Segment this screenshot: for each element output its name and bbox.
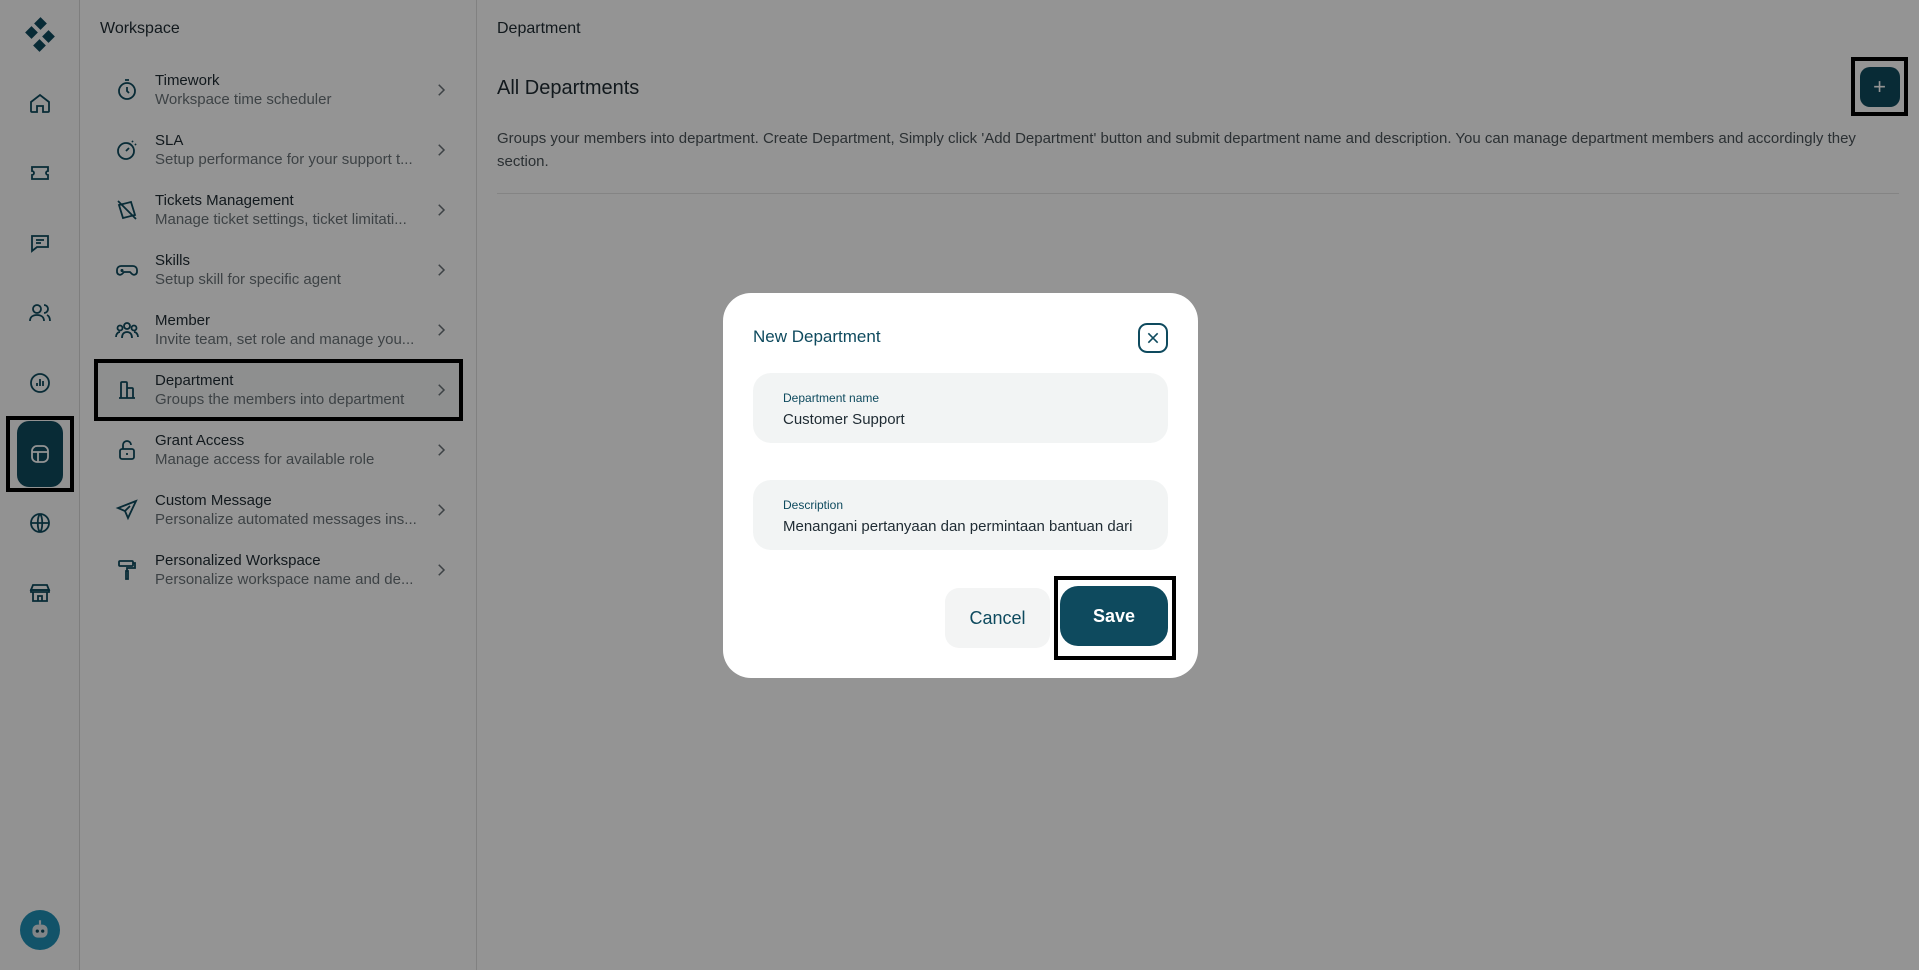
close-button[interactable]: [1138, 323, 1168, 353]
highlight-box: Save: [1054, 576, 1176, 660]
field-label: Description: [783, 498, 844, 512]
save-button[interactable]: Save: [1060, 586, 1168, 646]
close-icon: [1147, 332, 1159, 344]
field-label: Department name: [783, 391, 880, 405]
description-field[interactable]: Description Menangani pertanyaan dan per…: [753, 480, 1168, 550]
department-name-field[interactable]: Department name Customer Support: [753, 373, 1168, 443]
modal-title: New Department: [753, 327, 881, 346]
description-input[interactable]: Menangani pertanyaan dan permintaan bant…: [783, 518, 1138, 535]
cancel-button[interactable]: Cancel: [945, 588, 1050, 648]
new-department-modal: New Department Department name Customer …: [723, 293, 1198, 678]
department-name-input[interactable]: Customer Support: [783, 411, 1138, 428]
